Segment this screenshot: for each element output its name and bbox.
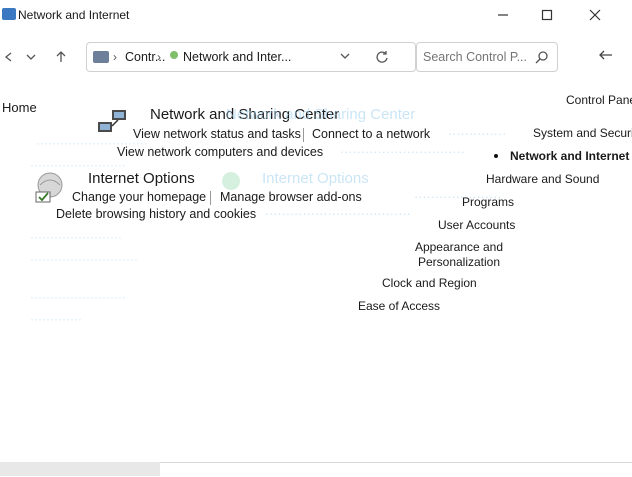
network-icon xyxy=(96,108,130,136)
control-panel-icon xyxy=(2,8,16,20)
close-icon xyxy=(589,9,601,21)
maximize-button[interactable] xyxy=(532,6,562,26)
refresh-button[interactable] xyxy=(375,50,389,67)
maximize-icon xyxy=(541,9,553,21)
view-network-computers-link[interactable]: View network computers and devices xyxy=(117,145,323,159)
chevron-right-icon: › xyxy=(157,50,161,64)
view-network-status-link[interactable]: View network status and tasks xyxy=(133,127,301,141)
category-system-and-security[interactable]: System and Securit xyxy=(533,126,632,140)
category-programs[interactable]: Programs xyxy=(462,195,514,209)
ghost-text: ······················· xyxy=(30,230,122,244)
category-ease-of-access[interactable]: Ease of Access xyxy=(358,299,440,313)
control-panel-home-link[interactable]: Control Pane xyxy=(566,93,632,107)
minimize-icon xyxy=(498,14,508,16)
ghost-text: ·············· xyxy=(448,127,507,141)
category-clock-and-region[interactable]: Clock and Region xyxy=(382,276,477,290)
ghost-text: ······························ xyxy=(340,145,465,159)
arrow-left-icon xyxy=(599,50,612,60)
ghost-text: ························ xyxy=(30,290,126,304)
category-network-and-internet[interactable]: Network and Internet xyxy=(510,149,629,163)
undo-button[interactable] xyxy=(598,48,614,67)
up-button[interactable] xyxy=(52,50,70,67)
category-hardware-and-sound[interactable]: Hardware and Sound xyxy=(486,172,599,186)
window-title: Network and Internet xyxy=(18,8,130,22)
change-homepage-link[interactable]: Change your homepage xyxy=(72,190,206,204)
search-input[interactable] xyxy=(423,50,527,64)
chevron-right-icon: › xyxy=(113,50,117,64)
refresh-icon xyxy=(376,51,388,63)
address-dropdown-button[interactable] xyxy=(339,50,351,65)
connect-to-network-link[interactable]: Connect to a network xyxy=(312,127,430,141)
breadcrumb-separator xyxy=(169,50,179,63)
search-box[interactable] xyxy=(416,42,558,72)
chevron-down-icon xyxy=(26,54,36,60)
arrow-left-icon xyxy=(4,52,12,62)
category-appearance-and-personalization[interactable]: Appearance and Personalization xyxy=(404,240,514,270)
arrow-up-icon xyxy=(56,51,66,62)
task-divider xyxy=(303,128,304,142)
ghost-text: Network and Sharing Center xyxy=(226,106,416,123)
back-button[interactable] xyxy=(0,50,18,67)
internet-options-icon xyxy=(32,170,66,203)
breadcrumb-network-and-internet[interactable]: Network and Inter... xyxy=(183,50,291,64)
ghost-text: ··································· xyxy=(265,207,411,221)
internet-options-icon xyxy=(220,170,242,197)
chevron-down-icon xyxy=(340,53,350,59)
address-bar[interactable]: › Contr... › Network and Inter... xyxy=(86,42,416,72)
ghost-text: ············· xyxy=(30,312,82,326)
category-user-accounts[interactable]: User Accounts xyxy=(438,218,515,232)
sidebar-home-link[interactable]: Home xyxy=(2,100,37,115)
close-button[interactable] xyxy=(580,6,610,26)
minimize-button[interactable] xyxy=(488,6,518,26)
search-icon[interactable] xyxy=(535,50,549,69)
control-panel-icon xyxy=(93,51,109,63)
ghost-text: ··························· xyxy=(30,252,138,266)
network-icon xyxy=(170,51,178,59)
ghost-text: Internet Options xyxy=(262,170,369,187)
delete-browsing-history-link[interactable]: Delete browsing history and cookies xyxy=(56,207,256,221)
active-bullet-icon xyxy=(494,154,498,158)
window-bottom-overlay xyxy=(160,462,632,477)
recent-locations-button[interactable] xyxy=(22,50,40,66)
internet-options-link[interactable]: Internet Options xyxy=(88,170,195,187)
task-divider xyxy=(210,191,211,205)
window-titlebar: Network and Internet xyxy=(0,0,632,34)
